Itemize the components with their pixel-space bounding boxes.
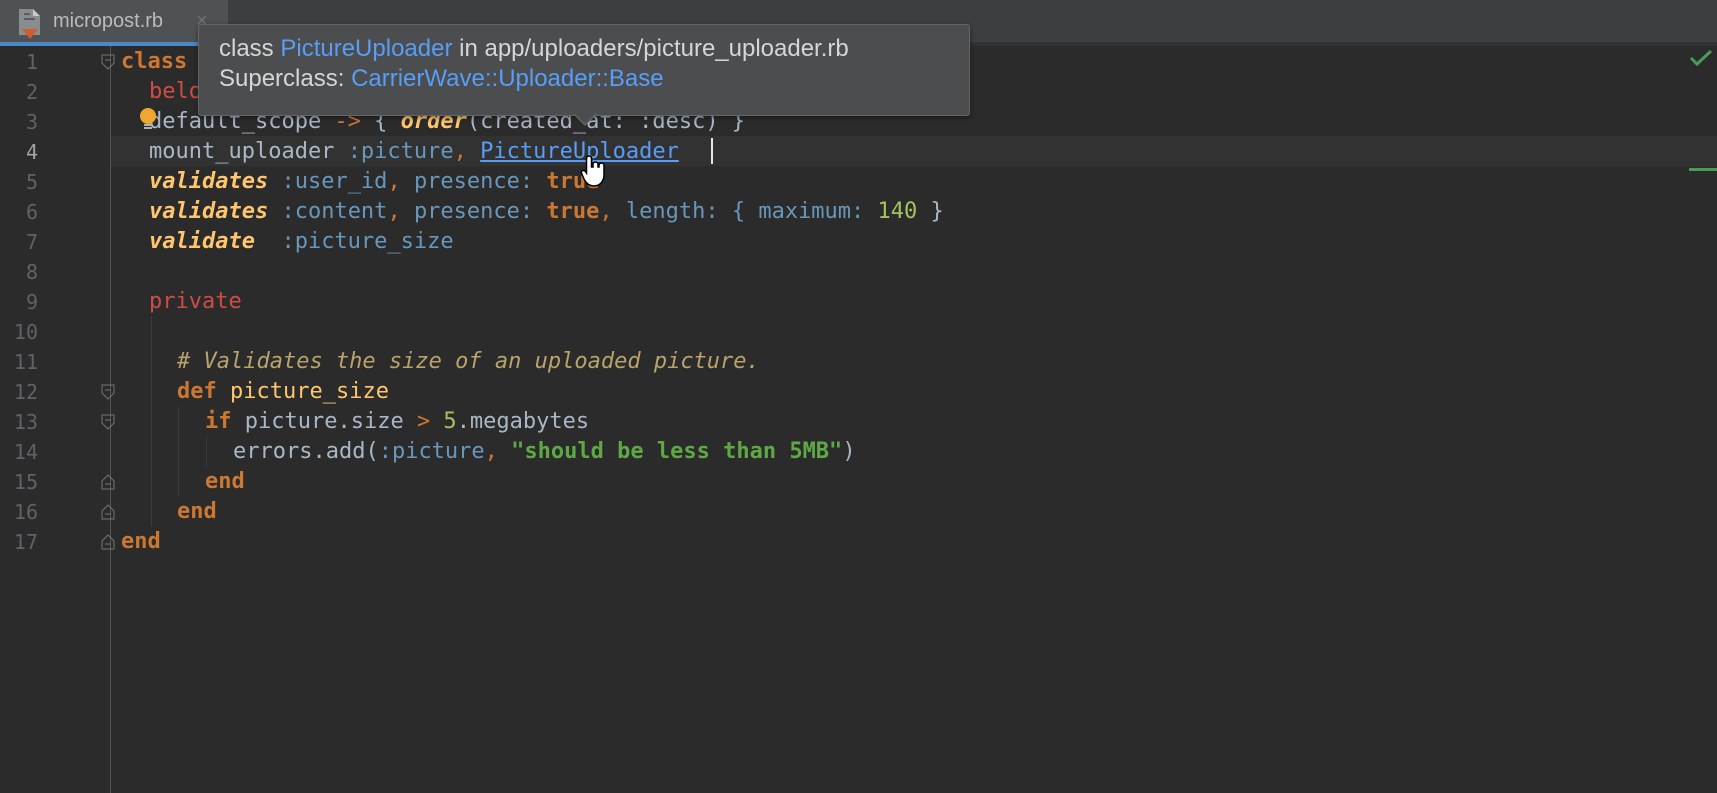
line-number: 14	[13, 440, 38, 464]
fold-open-icon[interactable]	[101, 414, 115, 430]
code-line-5[interactable]: validates :user_id, presence: true	[149, 167, 599, 197]
popup-prefix: class	[219, 35, 281, 62]
symbol: :picture_size	[254, 229, 454, 254]
code-line-1[interactable]: class	[121, 47, 187, 77]
fold-open-icon[interactable]	[101, 384, 115, 400]
line-number: 7	[25, 230, 38, 254]
method-call: validate	[149, 229, 255, 254]
keyword-private: private	[149, 289, 242, 314]
code-line-14[interactable]: errors.add(:picture, "should be less tha…	[233, 437, 856, 467]
comma: ,	[387, 199, 414, 224]
code-line-9[interactable]: private	[149, 287, 242, 317]
tab-micropost[interactable]: micropost.rb ×	[0, 0, 228, 42]
operator: >	[416, 409, 431, 434]
line-number: 3	[25, 110, 38, 134]
popup-pointer-fill	[574, 113, 596, 124]
keyword: def	[177, 379, 217, 404]
code-line-11[interactable]: # Validates the size of an uploaded pict…	[177, 347, 760, 377]
line-number: 13	[13, 410, 38, 434]
tab-label: micropost.rb	[53, 10, 164, 32]
code-text: )	[842, 439, 856, 464]
popup-location: in app/uploaders/picture_uploader.rb	[452, 35, 849, 62]
line-number: 15	[13, 470, 38, 494]
comma: ,	[484, 439, 512, 464]
method-name: picture_size	[216, 379, 389, 404]
code-text: picture.size	[231, 409, 417, 434]
hash-key: maximum:	[758, 199, 865, 224]
fold-close-icon[interactable]	[101, 534, 115, 550]
keyword: end	[205, 469, 245, 494]
hand-cursor-icon	[580, 155, 605, 187]
brace: }	[917, 199, 944, 224]
fold-close-icon[interactable]	[101, 474, 115, 490]
line-number: 16	[13, 500, 38, 524]
method-call: validates	[149, 169, 269, 194]
popup-superclass-label: Superclass:	[219, 65, 352, 92]
number: 5	[430, 409, 457, 434]
scrollbar-change-marker[interactable]	[1689, 168, 1717, 171]
hash-key: presence:	[413, 169, 547, 194]
keyword: if	[205, 409, 232, 434]
line-number: 12	[13, 380, 38, 404]
code-text: .megabytes	[456, 409, 590, 434]
comma: ,	[387, 169, 414, 194]
comma: ,	[453, 139, 481, 164]
active-tab-indicator	[0, 42, 228, 46]
fold-close-icon[interactable]	[101, 504, 115, 520]
code-line-2[interactable]: belo	[149, 77, 202, 107]
code-line-17[interactable]: end	[121, 527, 161, 557]
line-number: 9	[25, 290, 38, 314]
comment: # Validates the size of an uploaded pict…	[177, 349, 760, 374]
code-text: errors.add(	[233, 439, 379, 464]
hash-key: presence:	[413, 199, 547, 224]
indent-guide	[178, 406, 179, 496]
indent-guide	[151, 316, 152, 526]
symbol: :picture	[378, 439, 485, 464]
code-line-7[interactable]: validate :picture_size	[149, 227, 454, 257]
indent-guide	[206, 436, 207, 466]
code-line-15[interactable]: end	[205, 467, 245, 497]
keyword: end	[121, 529, 161, 554]
method-call: validates	[149, 199, 269, 224]
code-line-16[interactable]: end	[177, 497, 217, 527]
line-number: 10	[13, 320, 38, 344]
keyword: true	[546, 199, 600, 224]
ruby-file-icon	[19, 9, 40, 39]
number: 140	[864, 199, 918, 224]
fold-open-icon[interactable]	[101, 54, 115, 70]
line-number: 17	[13, 530, 38, 554]
quick-info-popup: class PictureUploader in app/uploaders/p…	[198, 24, 970, 116]
line-number: 2	[25, 80, 38, 104]
method-call: mount_uploader	[149, 139, 348, 164]
string-literal: "should be less than 5MB"	[511, 439, 843, 464]
hash-key: length: {	[625, 199, 759, 224]
line-number-current: 4	[25, 140, 38, 164]
symbol: :content	[268, 199, 388, 224]
popup-superclass-row: Superclass: CarrierWave::Uploader::Base	[219, 64, 664, 94]
method-call: belo	[149, 79, 202, 104]
line-number: 5	[25, 170, 38, 194]
code-line-13[interactable]: if picture.size > 5.megabytes	[205, 407, 589, 437]
text-caret	[711, 138, 713, 164]
symbol: :picture	[347, 139, 454, 164]
popup-superclass-link[interactable]: CarrierWave::Uploader::Base	[351, 65, 664, 92]
code-line-12[interactable]: def picture_size	[177, 377, 389, 407]
lightbulb-icon[interactable]	[138, 107, 158, 133]
code-line-6[interactable]: validates :content, presence: true, leng…	[149, 197, 944, 227]
line-number: 8	[25, 260, 38, 284]
line-number: 11	[13, 350, 38, 374]
popup-class-row: class PictureUploader in app/uploaders/p…	[219, 34, 849, 64]
popup-class-link[interactable]: PictureUploader	[280, 35, 452, 62]
comma: ,	[599, 199, 626, 224]
symbol: :user_id	[268, 169, 388, 194]
keyword: end	[177, 499, 217, 524]
line-number: 1	[25, 50, 38, 74]
checkmark-icon	[1689, 49, 1713, 67]
line-number: 6	[25, 200, 38, 224]
keyword: class	[121, 49, 188, 74]
